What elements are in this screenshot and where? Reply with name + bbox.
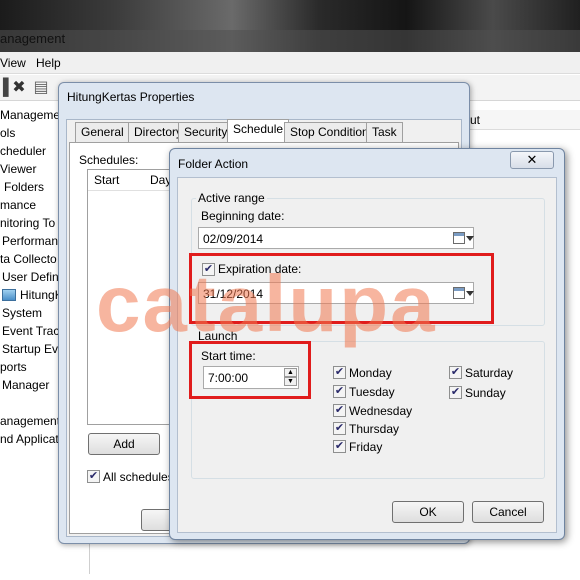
friday-checkbox[interactable]: ✔ [333,440,346,453]
monday-checkbox[interactable]: ✔ [333,366,346,379]
schedules-label: Schedules: [79,153,139,167]
main-window-titlebar [0,30,580,52]
tree-item[interactable]: nd Applicati [0,432,61,450]
close-button[interactable]: ✕ [510,151,554,169]
sunday-checkbox[interactable]: ✔ [449,386,462,399]
watermark-text: catalupa [96,259,437,348]
beginning-date-value: 02/09/2014 [203,232,264,246]
tree-item[interactable]: ols [0,126,15,144]
saturday-label: Saturday [465,366,514,380]
menu-help[interactable]: Help [36,56,61,70]
tab-task[interactable]: Task [366,122,403,142]
main-window-title: anagement [0,31,66,46]
close-icon: ✕ [526,152,538,167]
tree-item[interactable]: Manager [2,378,49,396]
folder-action-title: Folder Action [178,157,249,171]
thursday-checkbox[interactable]: ✔ [333,422,346,435]
wednesday-label: Wednesday [349,404,413,418]
all-schedules-checkbox[interactable]: ✔ [87,470,100,483]
tuesday-label: Tuesday [349,385,395,399]
tab-general[interactable]: General [75,122,130,142]
tree-item[interactable]: Performan [2,234,58,252]
ok-button[interactable]: OK [392,501,464,523]
tree-item[interactable]: System [2,306,42,324]
folder-task-icon [2,289,16,301]
properties-icon[interactable]: ▤ [32,79,50,97]
cancel-button[interactable]: Cancel [472,501,544,523]
menu-bar: View Help [0,52,580,74]
active-range-label: Active range [196,191,267,205]
tab-schedule[interactable]: Schedule [227,119,290,143]
tree-item-label: HitungK [20,288,63,302]
tree-item[interactable]: Event Trac [2,324,59,342]
saturday-checkbox[interactable]: ✔ [449,366,462,379]
tree-item[interactable]: mance [0,198,36,216]
sunday-label: Sunday [465,386,506,400]
tuesday-checkbox[interactable]: ✔ [333,385,346,398]
tree-item[interactable]: Startup Ev [2,342,58,360]
chevron-down-icon[interactable] [466,236,474,241]
thursday-label: Thursday [349,422,400,436]
add-schedule-button[interactable]: Add [88,433,160,455]
tree-item[interactable]: cheduler [0,144,46,162]
column-start[interactable]: Start [94,173,119,187]
beginning-date-label: Beginning date: [201,209,285,223]
tree-item[interactable]: User Defin [2,270,59,288]
tree-item[interactable]: nitoring To [0,216,55,234]
tree-item-hitungkertas[interactable]: HitungK [2,288,63,306]
properties-title: HitungKertas Properties [67,90,195,104]
monday-label: Monday [349,366,392,380]
list-column-header[interactable]: ut [468,110,580,130]
tab-security[interactable]: Security [178,122,234,142]
calendar-icon[interactable] [453,232,465,244]
tree-item[interactable]: Viewer [0,162,36,180]
list-divider [88,190,182,191]
tree-item[interactable]: Folders [4,180,44,198]
wednesday-checkbox[interactable]: ✔ [333,404,346,417]
tree-item[interactable]: ports [0,360,27,378]
beginning-date-picker[interactable]: 02/09/2014 [198,227,474,249]
tree-item[interactable]: anagement [0,414,60,432]
menu-view[interactable]: View [0,56,26,70]
tree-item[interactable]: ta Collecto [0,252,57,270]
friday-label: Friday [349,440,383,454]
delete-icon[interactable]: ✖ [10,79,28,97]
tab-stop-condition[interactable]: Stop Condition [284,122,375,142]
